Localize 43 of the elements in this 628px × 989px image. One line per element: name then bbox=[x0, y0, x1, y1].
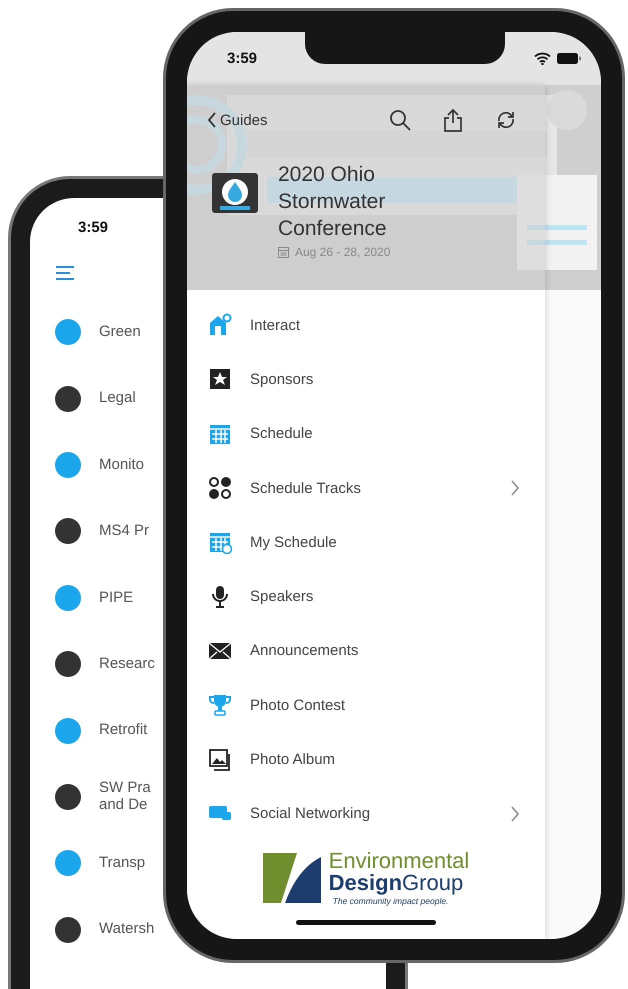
battery-icon bbox=[557, 53, 581, 64]
drop-logo-icon bbox=[212, 173, 258, 213]
track-label[interactable]: Researc bbox=[99, 656, 155, 672]
menu-item[interactable]: Announcements bbox=[187, 624, 545, 678]
track-label[interactable]: Retrofit bbox=[99, 722, 148, 739]
event-title: 2020 Ohio Stormwater Conference bbox=[278, 162, 388, 242]
track-label[interactable]: Legal bbox=[99, 390, 136, 407]
menu-item[interactable]: Photo Contest bbox=[187, 678, 545, 732]
sponsor-banner[interactable]: Environmental DesignGroup The community impact people. bbox=[187, 841, 545, 915]
status-time: 3:59 bbox=[227, 50, 258, 67]
menu-item[interactable]: Social Networking bbox=[187, 786, 545, 841]
wifi-icon bbox=[534, 52, 551, 65]
track-label[interactable]: Transp bbox=[99, 855, 146, 872]
share-icon[interactable] bbox=[444, 108, 462, 132]
search-icon[interactable] bbox=[389, 109, 411, 131]
menu-item[interactable]: Schedule Tracks bbox=[187, 460, 545, 516]
track-label[interactable]: Green bbox=[99, 324, 141, 340]
menu-item[interactable]: Sponsors bbox=[187, 352, 545, 407]
menu-icon[interactable] bbox=[56, 266, 74, 280]
house-icon bbox=[208, 313, 232, 338]
menu-item[interactable]: Interact bbox=[187, 298, 545, 352]
calendar-check-icon bbox=[208, 530, 232, 554]
calendar-icon bbox=[278, 246, 289, 258]
refresh-icon[interactable] bbox=[495, 109, 517, 131]
menu-item[interactable]: Photo Album bbox=[187, 732, 545, 787]
track-label[interactable]: PIPE bbox=[99, 590, 134, 606]
dots-icon bbox=[208, 476, 232, 500]
sponsor-name: DesignGroup bbox=[328, 872, 464, 894]
track-label[interactable]: Watersh bbox=[99, 921, 154, 938]
sponsor-tagline: The community impact people. bbox=[332, 897, 450, 906]
track-label[interactable]: MS4 Pr bbox=[99, 523, 150, 540]
menu-item[interactable]: My Schedule bbox=[187, 515, 545, 570]
menu-item[interactable]: Schedule bbox=[187, 406, 545, 461]
chevron-icon bbox=[207, 112, 217, 128]
status-time: 3:59 bbox=[78, 218, 108, 236]
sponsor-name: Environmental bbox=[328, 850, 470, 872]
trophy-icon bbox=[208, 693, 232, 718]
back-button[interactable]: Guides bbox=[207, 112, 268, 128]
event-dates: Aug 26 - 28, 2020 bbox=[295, 245, 390, 259]
image-icon bbox=[208, 748, 232, 772]
track-label[interactable]: SW Pra and De bbox=[99, 780, 151, 814]
track-label[interactable]: Monito bbox=[99, 456, 144, 474]
menu-item[interactable]: Speakers bbox=[187, 569, 545, 624]
